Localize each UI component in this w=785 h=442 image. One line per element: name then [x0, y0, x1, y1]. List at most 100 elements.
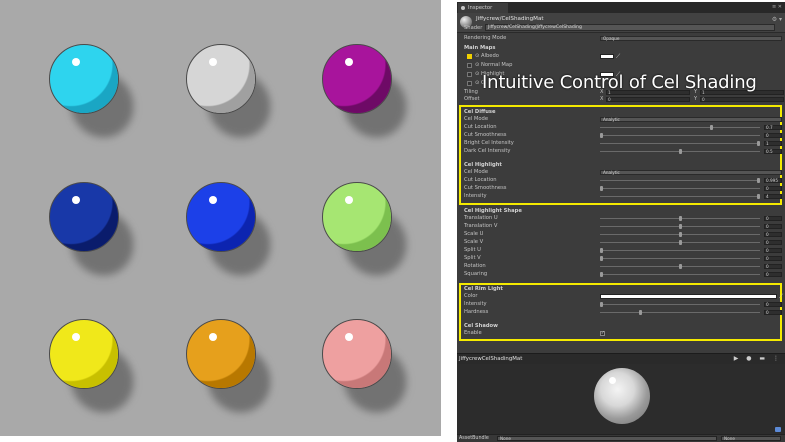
- overlay-title: Intuitive Control of Cel Shading: [482, 72, 757, 93]
- rendering-mode-dropdown[interactable]: Opaque: [600, 36, 782, 41]
- asset-bundle-bar: AssetBundle None None: [457, 434, 785, 442]
- slider-value-field[interactable]: 0: [764, 133, 782, 138]
- slider-thumb[interactable]: [678, 216, 682, 221]
- sphere-dark-cel: [50, 45, 118, 113]
- slider-thumb[interactable]: [757, 194, 760, 199]
- cel-shaded-sphere[interactable]: [49, 182, 119, 252]
- slider-value-field[interactable]: 0: [764, 248, 782, 253]
- offset-x-field[interactable]: 0: [606, 97, 690, 102]
- material-preview[interactable]: [457, 364, 785, 434]
- cel-diffuse-title: Cel Diffuse: [464, 109, 496, 115]
- slider-thumb[interactable]: [678, 232, 682, 237]
- asset-variant-dropdown[interactable]: None: [721, 436, 781, 441]
- slider-value-field[interactable]: 0: [764, 240, 782, 245]
- cel-shaded-sphere[interactable]: [322, 182, 392, 252]
- normal-map-label: ⊙ Normal Map: [475, 62, 513, 68]
- slider-track[interactable]: [600, 127, 760, 128]
- rim-color-swatch[interactable]: [600, 294, 777, 299]
- slider-track[interactable]: [600, 143, 760, 144]
- slider-value-field[interactable]: 0: [764, 216, 782, 221]
- slider-value-field[interactable]: 0: [764, 186, 782, 191]
- c-map-slot[interactable]: [467, 81, 472, 86]
- specular-highlight: [72, 58, 80, 66]
- slider-value-field[interactable]: 0: [764, 302, 782, 307]
- settings-gear-icon[interactable]: ⚙ ▾: [772, 16, 782, 23]
- specular-highlight: [345, 58, 353, 66]
- slider-value-field[interactable]: 0: [764, 256, 782, 261]
- slider-thumb[interactable]: [600, 272, 603, 277]
- slider-value-field[interactable]: 0: [764, 272, 782, 277]
- cel-shaded-sphere[interactable]: [49, 44, 119, 114]
- cel-highlight-mode-dropdown[interactable]: Analytic: [600, 170, 782, 175]
- slider-label: Cut Location: [464, 177, 497, 183]
- shadow-enable-checkbox[interactable]: ✓: [600, 331, 605, 336]
- slider-thumb[interactable]: [757, 141, 760, 146]
- slider-thumb[interactable]: [600, 302, 603, 307]
- preview-controls-icon[interactable]: ▶ ● ▬ ⋮: [734, 355, 782, 362]
- slider-row: Cut Location 0.7: [464, 124, 782, 131]
- slider-value-field[interactable]: 0: [764, 224, 782, 229]
- slider-row: Dark Cel Intensity 0.5: [464, 148, 782, 155]
- slider-track[interactable]: [600, 274, 760, 275]
- slider-track[interactable]: [600, 180, 760, 181]
- cel-diffuse-mode-dropdown[interactable]: Analytic: [600, 117, 782, 122]
- slider-thumb[interactable]: [600, 256, 603, 261]
- slider-label: Bright Cel Intensity: [464, 140, 514, 146]
- slider-thumb[interactable]: [600, 133, 603, 138]
- slider-thumb[interactable]: [709, 125, 713, 130]
- slider-value-field[interactable]: 1: [764, 141, 782, 146]
- tag-icon[interactable]: [775, 427, 781, 432]
- slider-thumb[interactable]: [678, 264, 682, 269]
- rim-color-row: Color ⟋: [464, 293, 783, 300]
- tab-inspector[interactable]: Inspector: [458, 3, 508, 13]
- slider-label: Cut Smoothness: [464, 132, 507, 138]
- cel-shaded-sphere[interactable]: [49, 319, 119, 389]
- scene-viewport[interactable]: [0, 0, 441, 436]
- slider-thumb[interactable]: [600, 248, 603, 253]
- slider-track[interactable]: [600, 135, 760, 136]
- slider-value-field[interactable]: 0: [764, 264, 782, 269]
- offset-y-field[interactable]: 0: [700, 97, 784, 102]
- slider-value-field[interactable]: 0.5: [764, 149, 782, 154]
- cel-shaded-sphere[interactable]: [322, 319, 392, 389]
- albedo-color-swatch[interactable]: [600, 54, 614, 59]
- slider-thumb[interactable]: [639, 310, 643, 315]
- slider-thumb[interactable]: [678, 240, 682, 245]
- slider-track[interactable]: [600, 312, 760, 313]
- slider-thumb[interactable]: [757, 178, 760, 183]
- slider-row: Translation V 0: [464, 223, 782, 230]
- eyedropper-icon[interactable]: ⟋: [616, 53, 620, 60]
- offset-x-label: X: [600, 96, 604, 102]
- rendering-mode-row: Rendering Mode Opaque: [464, 35, 782, 42]
- slider-value-field[interactable]: 0: [764, 232, 782, 237]
- slider-thumb[interactable]: [600, 186, 603, 191]
- slider-track[interactable]: [600, 304, 760, 305]
- slider-track[interactable]: [600, 196, 760, 197]
- slider-label: Cut Smoothness: [464, 185, 507, 191]
- cel-shaded-sphere[interactable]: [186, 182, 256, 252]
- albedo-texture-slot[interactable]: [467, 54, 472, 59]
- slider-thumb[interactable]: [678, 224, 682, 229]
- asset-bundle-dropdown[interactable]: None: [497, 436, 717, 441]
- highlight-map-slot[interactable]: [467, 72, 472, 77]
- cel-shaded-sphere[interactable]: [186, 319, 256, 389]
- preview-sphere: [594, 368, 650, 424]
- slider-track[interactable]: [600, 250, 760, 251]
- cel-shaded-sphere[interactable]: [186, 44, 256, 114]
- cel-shaded-sphere[interactable]: [322, 44, 392, 114]
- normal-map-slot[interactable]: [467, 63, 472, 68]
- eyedropper-icon[interactable]: ⟋: [779, 293, 783, 300]
- slider-value-field[interactable]: 0.7: [764, 125, 782, 130]
- slider-track[interactable]: [600, 188, 760, 189]
- cel-diffuse-mode-label: Cel Mode: [464, 116, 489, 122]
- sphere-dark-cel: [187, 320, 255, 388]
- slider-thumb[interactable]: [678, 149, 682, 154]
- shader-dropdown[interactable]: Jiffycrew/CelShading/JiffycrewCelShading: [485, 24, 775, 31]
- sphere-dark-cel: [187, 183, 255, 251]
- slider-track[interactable]: [600, 258, 760, 259]
- slider-value-field[interactable]: 0: [764, 310, 782, 315]
- slider-label: Squaring: [464, 271, 488, 277]
- slider-value-field[interactable]: 0.995: [764, 178, 782, 183]
- tab-menu-icon[interactable]: ≡ ✕: [772, 4, 782, 10]
- slider-value-field[interactable]: 4: [764, 194, 782, 199]
